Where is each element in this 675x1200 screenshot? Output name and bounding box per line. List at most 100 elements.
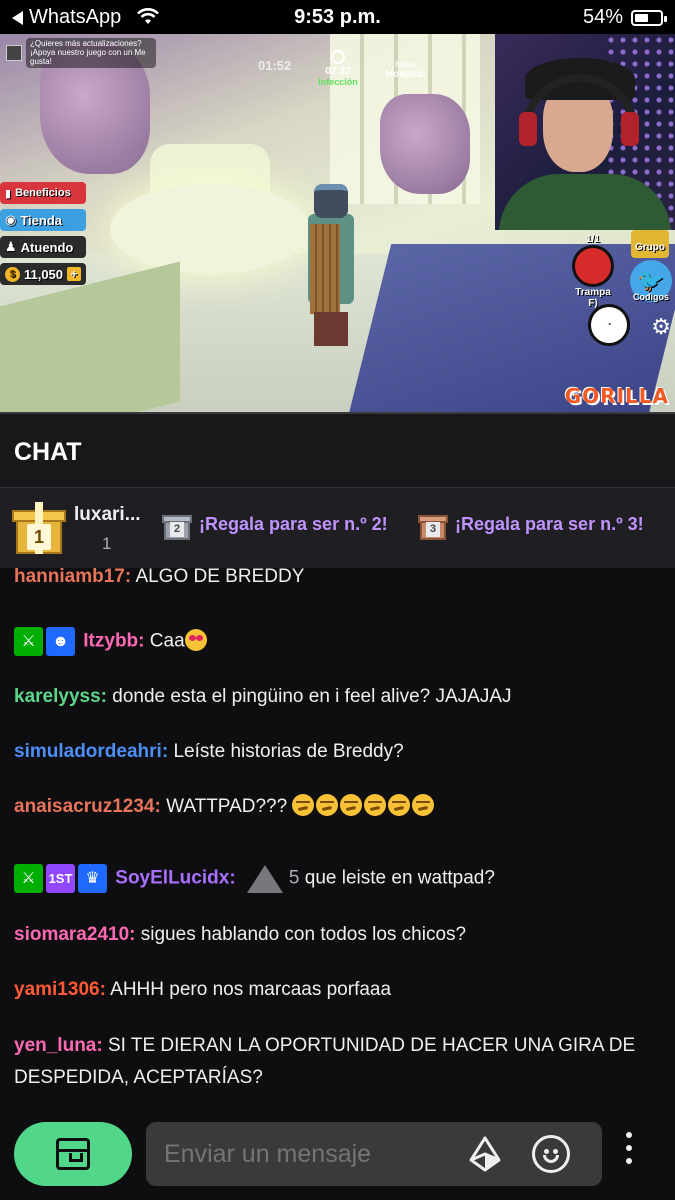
gift-rank-3-cta[interactable]: ¡Regala para ser n.º 3! [455, 514, 644, 535]
chat-username[interactable]: SoyElLucidx [115, 868, 229, 889]
sword-badge-icon[interactable]: ⚔ [14, 864, 43, 893]
prime-triangle-icon [246, 864, 283, 893]
hud-notice: ¿Quieres más actualizaciones? ¡Apoya nue… [26, 38, 156, 69]
chat-input-container[interactable] [146, 1122, 602, 1186]
stopwatch-icon [331, 50, 345, 64]
hud-map-name: Hospital [386, 69, 426, 81]
gift-leaderboard[interactable]: 1 luxari... 1 2 ¡Regala para ser n.º 2! … [0, 488, 675, 568]
chat-message-input[interactable] [164, 1140, 454, 1169]
hud-beneficios-label: Beneficios [15, 187, 71, 199]
chat-message: yami1306: AHHH pero nos marcaas porfaaa [14, 976, 664, 1004]
hud-map: Mapa Hospital [386, 60, 425, 81]
chat-input-bar [0, 1108, 675, 1200]
battery-status: 54% [582, 6, 667, 29]
hud-mode: Infección [318, 77, 358, 87]
gift-rank-1-name[interactable]: luxari... [74, 504, 141, 526]
chat-count: 5 [288, 867, 300, 889]
chat-header: CHAT [0, 412, 675, 488]
chat-colon: : [138, 630, 145, 652]
store-button[interactable] [14, 1122, 132, 1186]
chat-text: donde esta el pingüino en i feel alive? … [112, 686, 512, 707]
chat-username[interactable]: yami1306 [14, 979, 100, 1000]
spy-badge-icon[interactable]: ☻ [46, 627, 75, 656]
roblox-menu-icon [6, 45, 22, 62]
chat-title: CHAT [14, 438, 82, 466]
hud-trampa-count: 1/1 [586, 234, 600, 245]
hud-timer: 01:52 [258, 58, 292, 73]
person-icon: ♟ [5, 239, 17, 254]
heart-eyes-emoji-icon [184, 628, 207, 651]
bookmark-icon: ▮ [5, 187, 12, 200]
coin-icon: $ [5, 266, 20, 282]
hud-trampa: 1/1 Trampa F) [568, 234, 618, 309]
hud-grupo: Grupo [631, 230, 669, 258]
hud-coins-value: 11,050 [23, 266, 64, 282]
chat-text: que leiste en wattpad? [304, 867, 495, 889]
hud-codigos: 🐦 Codigos [629, 260, 673, 302]
store-icon [56, 1138, 90, 1170]
chat-colon: : [96, 1035, 103, 1056]
chat-colon: : [154, 796, 161, 817]
gift-rank-2-icon: 2 [162, 510, 192, 542]
smirk-emoji-icon [364, 794, 387, 816]
chat-text: sigues hablando con todos los chicos? [140, 924, 467, 945]
hud-codigos-label: Codigos [633, 292, 669, 302]
bits-icon[interactable] [468, 1136, 502, 1172]
gift-rank-3-number: 3 [426, 522, 440, 537]
hud-atuendo: ♟ Atuendo [0, 236, 86, 258]
status-bar: WhatsApp 9:53 p.m. 54% [0, 0, 675, 34]
chat-message: yen_luna: SI TE DIERAN LA OPORTUNIDAD DE… [14, 1032, 664, 1060]
gift-rank-2-cta[interactable]: ¡Regala para ser n.º 2! [199, 514, 388, 535]
chat-username[interactable]: karelyyss [14, 686, 101, 707]
smirk-emoji-icon [388, 794, 411, 816]
hud-round-clock: 02:32 Infección [318, 50, 358, 87]
sword-badge-icon[interactable]: ⚔ [14, 627, 43, 656]
chat-text: ALGO DE BREDDY [135, 568, 305, 587]
hud-tienda: ◉ Tienda [0, 209, 86, 231]
chat-message-list[interactable]: hanniamb17: ALGO DE BREDDY ⚔ ☻ Itzybb: Ca… [0, 568, 675, 1108]
hud-clock-time: 02:32 [325, 66, 351, 77]
chat-text: Leíste historias de Breddy? [173, 741, 404, 762]
chat-message: simuladordeahri: Leíste historias de Bre… [14, 738, 664, 766]
gift-rank-3-icon: 3 [418, 510, 448, 542]
battery-percent: 54% [582, 6, 623, 28]
smirk-emoji-icon [412, 794, 435, 816]
chat-username[interactable]: anaisacruz1234 [14, 796, 155, 817]
more-icon[interactable] [622, 1132, 636, 1176]
crown-badge-icon[interactable]: ♛ [78, 864, 107, 893]
chat-username[interactable]: simuladordeahri [14, 741, 162, 762]
hud-beneficios: ▮ Beneficios [0, 182, 86, 204]
hud-top-left: ¿Quieres más actualizaciones? ¡Apoya nue… [6, 38, 156, 69]
video-player[interactable]: ¿Quieres más actualizaciones? ¡Apoya nue… [0, 34, 675, 412]
emote-icon[interactable] [532, 1135, 570, 1173]
gift-rank-1-count: 1 [102, 534, 112, 553]
chat-message: ⚔ ☻ Itzybb: Caa [14, 627, 664, 656]
hud-tienda-label: Tienda [20, 212, 63, 228]
gift-rank-1-number: 1 [27, 524, 51, 550]
plus-icon: + [67, 267, 81, 281]
chat-message: ⚔ 1ST ♛ SoyElLucidx: 5 que leiste en wattp… [14, 864, 664, 893]
smirk-emoji-icon [292, 794, 315, 816]
chat-message: anaisacruz1234: WATTPAD??? [14, 793, 664, 821]
chat-username[interactable]: siomara2410 [14, 924, 129, 945]
chat-message: siomara2410: sigues hablando con todos l… [14, 921, 664, 949]
streamer-webcam [495, 34, 675, 230]
chat-username[interactable]: yen_luna [14, 1035, 96, 1056]
chat-username[interactable]: hanniamb17 [14, 568, 125, 587]
game-scene-tree [380, 94, 470, 194]
hud-atuendo-label: Atuendo [20, 239, 74, 255]
chat-text-line-1: SI TE DIERAN LA OPORTUNIDAD DE HACER UNA… [107, 1035, 636, 1056]
chat-colon: : [129, 924, 136, 945]
chat-colon: : [100, 686, 107, 707]
chat-colon: : [124, 568, 132, 587]
smirk-emoji-group [292, 794, 436, 817]
hud-trampa-label: Trampa [575, 287, 611, 298]
chat-username[interactable]: Itzybb [83, 631, 138, 652]
smirk-emoji-icon [340, 794, 363, 816]
first-badge-icon[interactable]: 1ST [46, 864, 75, 893]
chat-text: AHHH pero nos marcaas porfaaa [110, 979, 392, 1000]
chat-text-line-2: DESPEDIDA, ACEPTARÍAS? [14, 1067, 263, 1088]
chat-text: WATTPAD??? [166, 796, 288, 817]
gear-icon: ⚙ [651, 314, 671, 339]
hud-map-label: Mapa [395, 60, 416, 69]
